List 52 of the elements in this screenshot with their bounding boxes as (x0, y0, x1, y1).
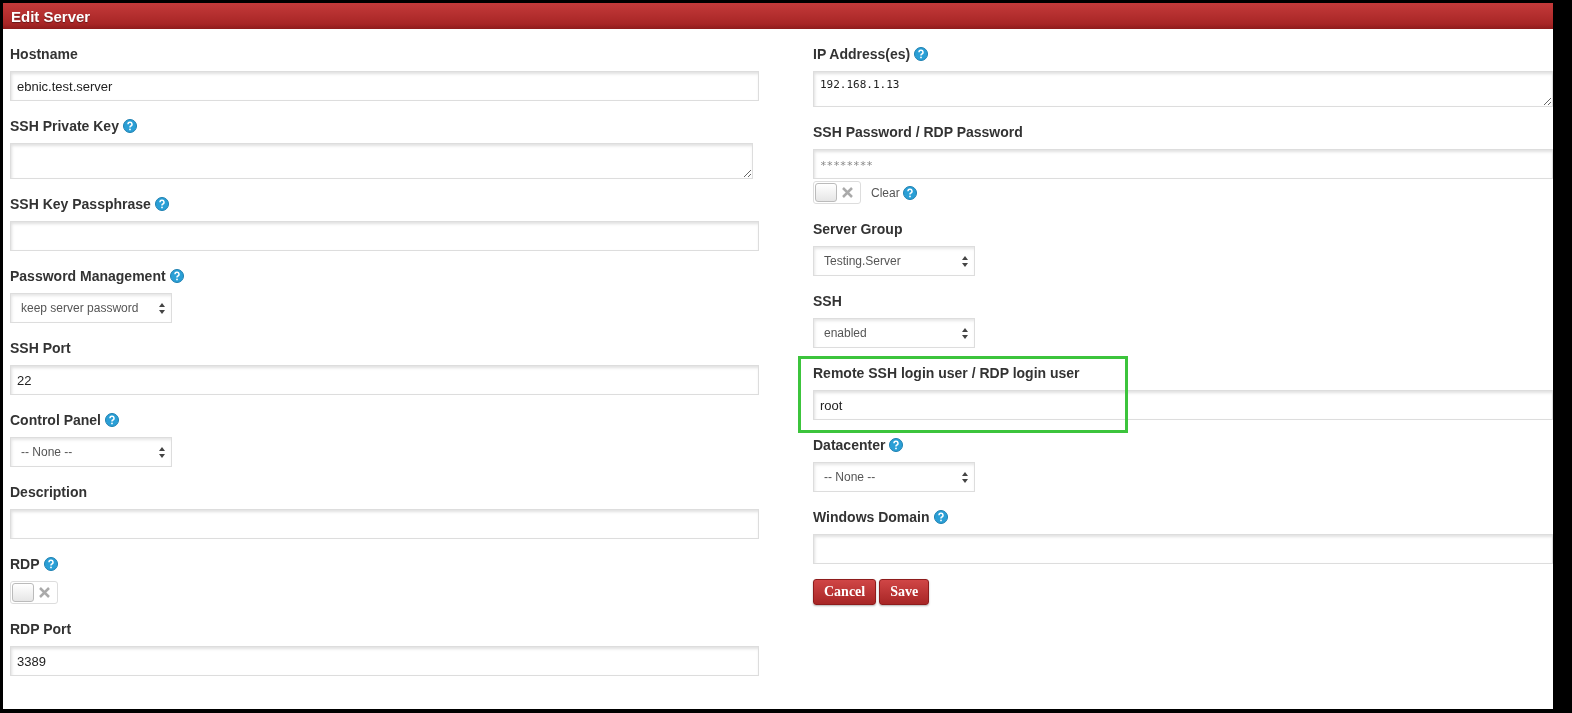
help-icon[interactable] (169, 269, 184, 283)
help-icon[interactable] (914, 47, 929, 61)
text-area[interactable]: 192.168.1.13 (813, 71, 1553, 107)
updown-arrows-icon (962, 471, 968, 483)
help-icon[interactable] (154, 197, 169, 211)
text-field[interactable]: 22 (10, 365, 759, 395)
save-button[interactable]: Save (879, 579, 930, 605)
field-label: Windows Domain (813, 509, 930, 525)
field-label: SSH Private Key (10, 118, 119, 134)
text-field[interactable] (10, 509, 759, 539)
field-label: SSH (813, 293, 842, 309)
select-field[interactable]: Testing.Server (813, 246, 975, 276)
help-icon[interactable] (43, 557, 58, 571)
field-label: SSH Key Passphrase (10, 196, 151, 212)
text-field[interactable]: ebnic.test.server (10, 71, 759, 101)
select-field[interactable]: -- None -- (10, 437, 172, 467)
field-label: IP Address(es) (813, 46, 911, 62)
text-field[interactable] (10, 221, 759, 251)
x-icon (39, 587, 50, 598)
field-label: SSH Password / RDP Password (813, 124, 1023, 140)
text-field[interactable]: root (813, 390, 1553, 420)
select-field[interactable]: enabled (813, 318, 975, 348)
select-field[interactable]: keep server password (10, 293, 172, 323)
field-label: Password Management (10, 268, 166, 284)
field-label: RDP Port (10, 621, 72, 637)
field-label: RDP (10, 556, 40, 572)
help-icon[interactable] (902, 185, 917, 200)
updown-arrows-icon (962, 255, 968, 267)
help-icon[interactable] (122, 119, 137, 133)
updown-arrows-icon (962, 327, 968, 339)
toggle-switch[interactable] (813, 181, 861, 204)
clear-label: Clear (871, 185, 900, 200)
field-label: Hostname (10, 46, 78, 62)
text-field[interactable]: 3389 (10, 646, 759, 676)
select-field[interactable]: -- None -- (813, 462, 975, 492)
password-field[interactable]: ******** (813, 149, 1553, 179)
field-label: Control Panel (10, 412, 101, 428)
toggle-switch[interactable] (10, 581, 58, 604)
help-icon[interactable] (933, 510, 948, 524)
field-label: SSH Port (10, 340, 71, 356)
help-icon[interactable] (105, 413, 119, 427)
field-label: Remote SSH login user / RDP login user (813, 365, 1080, 381)
field-label: Server Group (813, 221, 903, 237)
updown-arrows-icon (159, 302, 165, 314)
x-icon (842, 187, 853, 198)
text-field[interactable] (813, 534, 1553, 564)
dialog-title: Edit Server (11, 7, 91, 25)
field-label: Description (10, 484, 87, 500)
cancel-button[interactable]: Cancel (813, 579, 877, 605)
updown-arrows-icon (159, 446, 165, 458)
help-icon[interactable] (889, 438, 904, 452)
field-label: Datacenter (813, 437, 886, 453)
